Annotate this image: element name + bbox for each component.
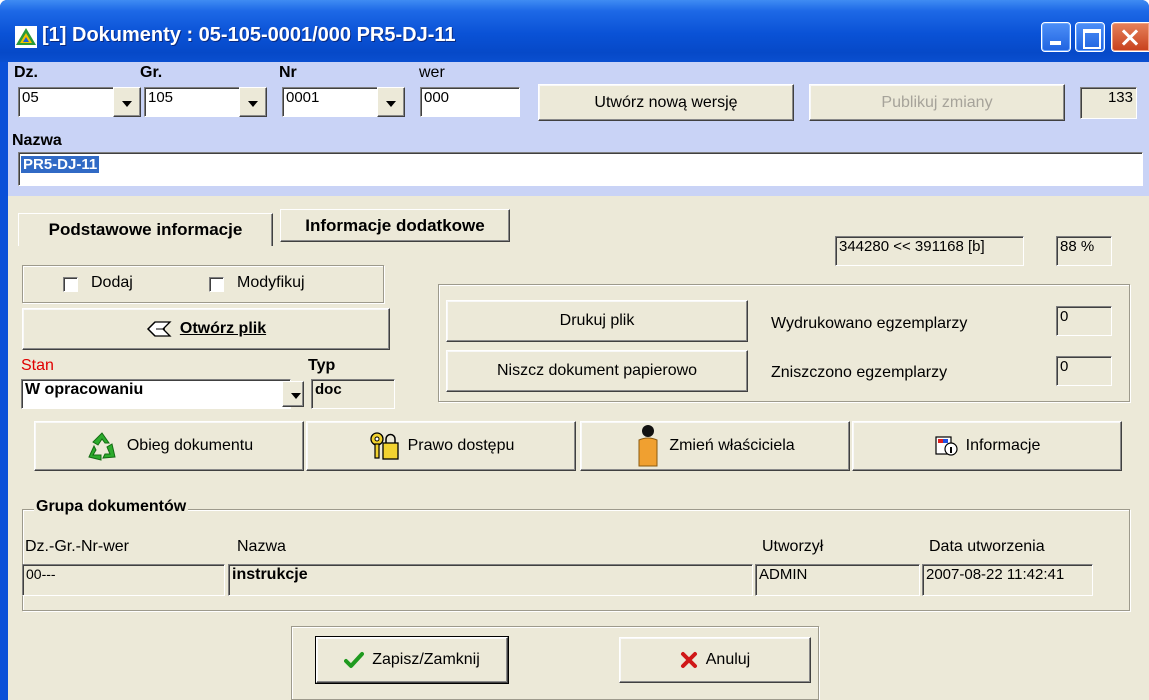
nr-dropdown-button[interactable] (377, 87, 405, 117)
tab-basic-info[interactable]: Podstawowe informacje (18, 213, 273, 246)
print-file-button[interactable]: Drukuj plik (446, 300, 748, 342)
access-rights-button[interactable]: Prawo dostępu (306, 421, 576, 471)
info-document-icon (934, 435, 958, 457)
document-header-panel: Dz. Gr. Nr wer 05 105 0001 000 Utwórz no… (8, 62, 1149, 196)
nr-label: Nr (279, 64, 297, 81)
tab-basic-info-label: Podstawowe informacje (48, 220, 243, 239)
person-icon (635, 424, 661, 468)
printed-copies-value: 0 (1056, 306, 1112, 336)
nr-select[interactable]: 0001 (282, 87, 378, 117)
new-version-button[interactable]: Utwórz nową wersję (538, 84, 794, 121)
cancel-button[interactable]: Anuluj (619, 637, 811, 683)
open-file-label: Otwórz plik (179, 320, 267, 337)
type-label: Typ (308, 357, 336, 374)
destroy-paper-label: Niszcz dokument papierowo (496, 362, 698, 379)
group-created-date-cell: 2007-08-22 11:42:41 (922, 564, 1093, 596)
title-bar[interactable]: [1] Dokumenty : 05-105-0001/000 PR5-DJ-1… (0, 0, 1149, 62)
change-owner-button[interactable]: Zmień właściciela (580, 421, 850, 471)
group-name-cell: instrukcje (228, 564, 753, 596)
gr-dropdown-button[interactable] (239, 87, 267, 117)
document-group-title: Grupa dokumentów (34, 498, 189, 516)
compression-ratio: 88 % (1056, 236, 1112, 266)
modify-checkbox[interactable] (209, 277, 224, 292)
open-file-button[interactable]: Otwórz plik (22, 308, 390, 350)
maximize-button[interactable] (1075, 22, 1105, 52)
save-close-button[interactable]: Zapisz/Zamknij (315, 636, 509, 684)
publish-changes-label: Publikuj zmiany (881, 93, 993, 111)
state-label: Stan (21, 357, 54, 374)
dz-label: Dz. (14, 64, 38, 81)
dz-select[interactable]: 05 (18, 87, 114, 117)
file-type-field: doc (311, 379, 395, 409)
state-select[interactable]: W opracowaniu (21, 379, 291, 409)
close-window-button[interactable] (1111, 22, 1149, 52)
publish-changes-button[interactable]: Publikuj zmiany (809, 84, 1065, 121)
cancel-label: Anuluj (705, 651, 751, 668)
revision-counter: 133 (1080, 87, 1137, 119)
document-workflow-label: Obieg dokumentu (126, 437, 254, 454)
destroyed-copies-label: Zniszczono egzemplarzy (771, 364, 948, 381)
name-label: Nazwa (12, 132, 62, 149)
minimize-button[interactable] (1041, 22, 1071, 52)
tab-additional-info[interactable]: Informacje dodatkowe (280, 209, 510, 242)
tab-additional-info-label: Informacje dodatkowe (305, 215, 485, 235)
app-logo-icon (15, 26, 37, 48)
modify-checkbox-label: Modyfikuj (237, 274, 305, 291)
document-window: [1] Dokumenty : 05-105-0001/000 PR5-DJ-1… (0, 0, 1149, 700)
column-header-code: Dz.-Gr.-Nr-wer (25, 538, 129, 555)
dz-dropdown-button[interactable] (113, 87, 141, 117)
group-created-by-cell: ADMIN (755, 564, 920, 596)
name-input[interactable]: PR5-DJ-11 (18, 152, 1143, 186)
checkmark-icon (344, 651, 365, 669)
column-header-created-date: Data utworzenia (929, 538, 1045, 555)
new-version-label: Utwórz nową wersję (594, 93, 738, 111)
wer-label: wer (419, 64, 445, 81)
add-checkbox[interactable] (63, 277, 78, 292)
file-size-info: 344280 << 391168 [b] (835, 236, 1024, 266)
name-value: PR5-DJ-11 (21, 156, 100, 173)
gr-select[interactable]: 105 (144, 87, 240, 117)
information-label: Informacje (965, 437, 1041, 454)
information-button[interactable]: Informacje (852, 421, 1122, 471)
change-owner-label: Zmień właściciela (669, 437, 795, 454)
state-dropdown-button[interactable] (282, 381, 304, 407)
access-rights-label: Prawo dostępu (407, 437, 515, 454)
destroyed-copies-value: 0 (1056, 356, 1112, 386)
column-header-created-by: Utworzył (762, 538, 824, 555)
group-code-cell: 00--- (22, 564, 225, 596)
column-header-name: Nazwa (237, 538, 286, 555)
save-close-label: Zapisz/Zamknij (372, 651, 480, 668)
wer-input[interactable]: 000 (420, 87, 520, 117)
window-title: [1] Dokumenty : 05-105-0001/000 PR5-DJ-1… (42, 24, 456, 46)
open-file-icon (146, 320, 172, 338)
main-content: Podstawowe informacje Informacje dodatko… (8, 196, 1149, 700)
add-checkbox-label: Dodaj (91, 274, 133, 291)
print-file-label: Drukuj plik (559, 312, 635, 329)
cancel-x-icon (680, 651, 698, 669)
recycle-icon (85, 431, 119, 461)
printed-copies-label: Wydrukowano egzemplarzy (771, 315, 968, 332)
document-workflow-button[interactable]: Obieg dokumentu (34, 421, 304, 471)
destroy-paper-button[interactable]: Niszcz dokument papierowo (446, 350, 748, 392)
gr-label: Gr. (140, 64, 163, 81)
key-lock-icon (368, 431, 400, 461)
